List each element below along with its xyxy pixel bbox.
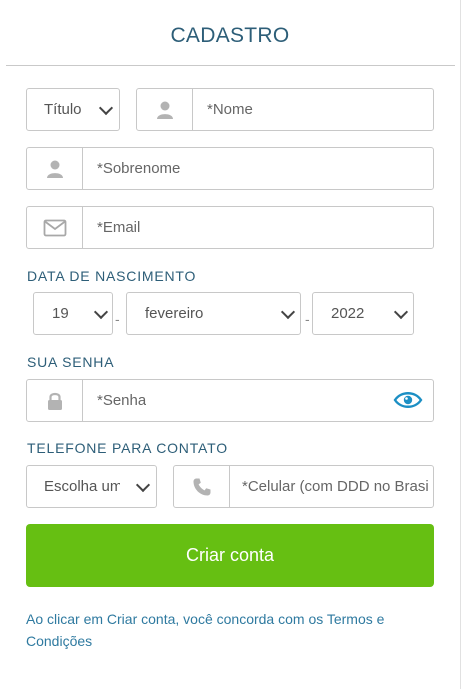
phone-icon [174,466,230,507]
birth-month-value: fevereiro [145,305,204,322]
phone-field[interactable]: *Celular (com DDD no Brasil) [173,465,434,508]
email-input[interactable]: *Email [97,207,140,248]
terms-text[interactable]: Ao clicar em Criar conta, você concorda … [26,608,436,652]
birth-day-value: 19 [52,305,69,322]
page-title: CADASTRO [170,24,290,47]
chevron-down-icon [98,100,114,115]
user-icon [27,148,83,189]
email-field[interactable]: *Email [26,206,434,249]
password-field[interactable]: *Senha [26,379,434,422]
date-separator: - [305,311,310,327]
birth-date-label: DATA DE NASCIMENTO [27,268,197,284]
lock-icon [27,380,83,421]
birth-year-select[interactable]: 2022 [312,292,414,335]
surname-input[interactable]: *Sobrenome [97,148,180,189]
password-label: SUA SENHA [27,354,115,370]
name-input[interactable]: *Nome [207,89,253,130]
phone-label: TELEFONE PARA CONTATO [27,440,228,456]
surname-field[interactable]: *Sobrenome [26,147,434,190]
password-input[interactable]: *Senha [97,380,146,421]
birth-month-select[interactable]: fevereiro [126,292,301,335]
title-select[interactable]: Título [26,88,120,131]
date-separator: - [115,311,120,327]
phone-input[interactable]: *Celular (com DDD no Brasil) [242,466,428,507]
eye-icon[interactable] [393,390,423,410]
phone-country-select[interactable]: Escolha um [26,465,157,508]
divider [6,65,455,66]
birth-year-value: 2022 [331,305,365,322]
name-field[interactable]: *Nome [136,88,434,131]
birth-day-select[interactable]: 19 [33,292,113,335]
title-select-value: Título [44,101,82,118]
phone-country-value: Escolha um [44,478,120,495]
signup-panel: CADASTRO Título *Nome *Sobrenome *Email … [0,0,461,689]
create-account-button[interactable]: Criar conta [26,524,434,587]
chevron-down-icon [280,304,296,319]
user-icon [137,89,193,130]
chevron-down-icon [393,304,409,319]
chevron-down-icon [93,304,109,319]
envelope-icon [27,207,83,248]
chevron-down-icon [135,477,151,492]
